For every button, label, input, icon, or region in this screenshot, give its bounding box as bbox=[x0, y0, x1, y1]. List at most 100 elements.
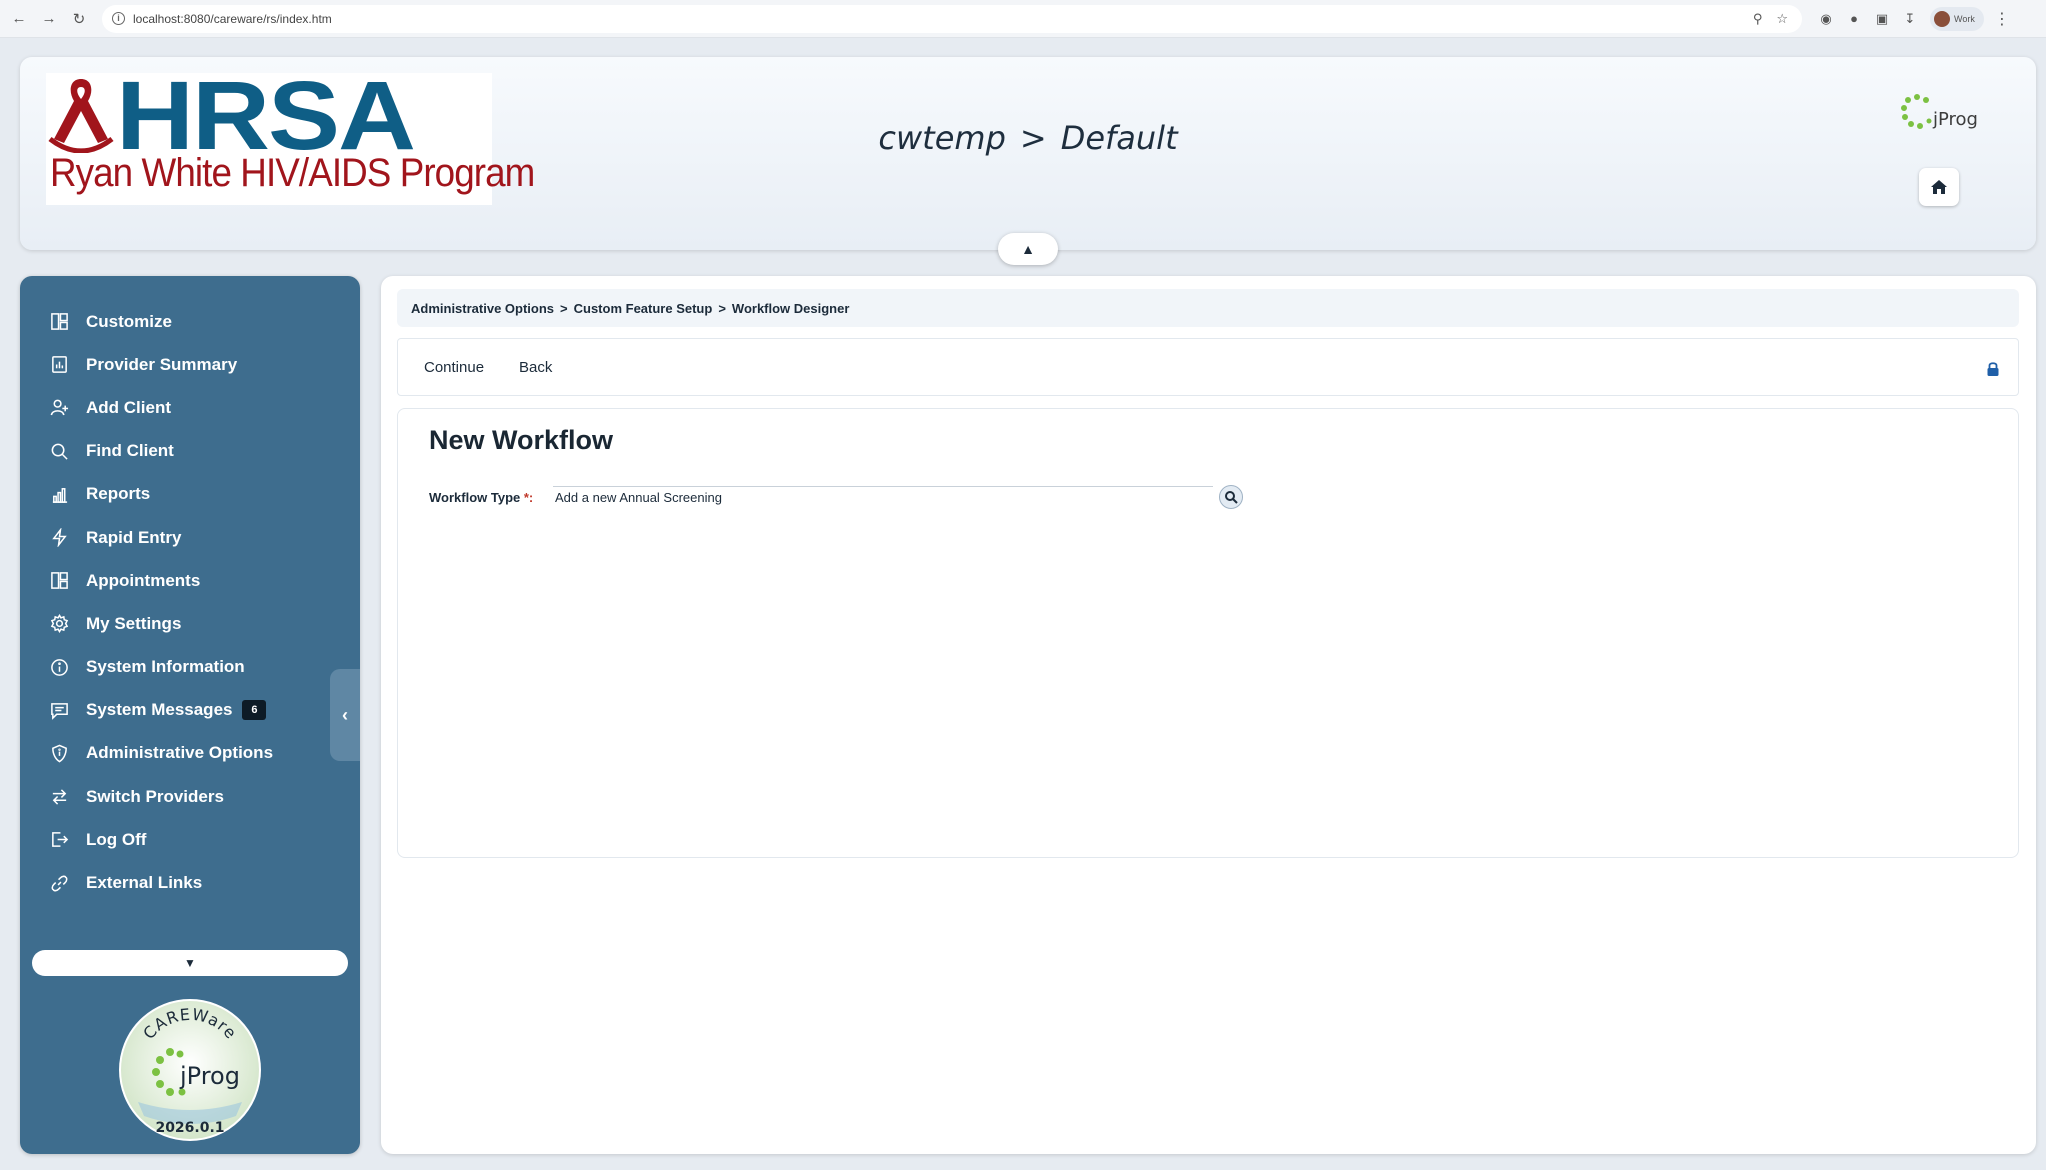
sidebar-item-switch-providers[interactable]: Switch Providers bbox=[48, 775, 348, 818]
workflow-type-lookup-button[interactable] bbox=[1219, 485, 1243, 509]
site-info-icon[interactable]: i bbox=[112, 12, 125, 25]
chevron-down-icon: ▼ bbox=[184, 956, 196, 970]
breadcrumb-item[interactable]: Administrative Options bbox=[411, 301, 554, 316]
layout-icon bbox=[48, 311, 70, 333]
breadcrumb-item[interactable]: Custom Feature Setup bbox=[574, 301, 713, 316]
chevron-up-icon: ▲ bbox=[1021, 241, 1035, 257]
profile-label: Work bbox=[1954, 13, 1975, 24]
main-content: Administrative Options > Custom Feature … bbox=[381, 276, 2036, 1154]
sidebar-item-label: Rapid Entry bbox=[86, 527, 182, 547]
puzzle-icon[interactable]: ▣ bbox=[1870, 11, 1894, 27]
lock-icon[interactable] bbox=[1986, 361, 2000, 377]
sidebar-item-label: External Links bbox=[86, 873, 203, 893]
back-button[interactable]: Back bbox=[519, 359, 552, 376]
program-name: Ryan White HIV/AIDS Program bbox=[50, 151, 535, 195]
sidebar-item-customize[interactable]: Customize bbox=[48, 300, 348, 343]
logout-icon bbox=[48, 829, 70, 851]
back-arrow-icon[interactable]: ← bbox=[6, 6, 32, 32]
required-marker: *: bbox=[523, 489, 534, 505]
sidebar-item-appointments[interactable]: Appointments bbox=[48, 559, 348, 602]
breadcrumb-item: Workflow Designer bbox=[731, 300, 850, 316]
gear-icon bbox=[48, 613, 70, 635]
zoom-icon[interactable]: ⚲ bbox=[1753, 11, 1763, 27]
info-icon bbox=[48, 656, 70, 678]
breadcrumb-separator: > bbox=[560, 300, 568, 316]
profile-button[interactable]: Work bbox=[1930, 6, 1984, 31]
chevron-left-icon: ‹ bbox=[342, 704, 348, 725]
bar-chart-icon bbox=[48, 483, 70, 505]
sidebar-menu: Customize Provider Summary Add Client Fi… bbox=[48, 300, 348, 905]
sidebar-item-label: Provider Summary bbox=[86, 354, 238, 374]
sidebar-item-label: My Settings bbox=[86, 613, 182, 633]
sidebar-item-rapid-entry[interactable]: Rapid Entry bbox=[48, 516, 348, 559]
switch-icon bbox=[48, 786, 70, 808]
forward-arrow-icon[interactable]: → bbox=[36, 6, 62, 32]
sidebar-item-label: Administrative Options bbox=[86, 743, 274, 763]
title-database: cwtemp bbox=[878, 119, 1006, 157]
workflow-form-panel: New Workflow Workflow Type *: bbox=[397, 408, 2019, 858]
workflow-type-label: Workflow Type *: bbox=[429, 489, 534, 505]
collapse-header-button[interactable]: ▲ bbox=[998, 233, 1058, 265]
sidebar: Customize Provider Summary Add Client Fi… bbox=[20, 276, 360, 1154]
breadcrumb-separator: > bbox=[718, 300, 726, 316]
sidebar-item-system-information[interactable]: System Information bbox=[48, 646, 348, 689]
sidebar-item-label: Appointments bbox=[86, 570, 201, 590]
sidebar-item-label: System Information bbox=[86, 657, 245, 677]
extension-icon[interactable]: ◉ bbox=[1814, 11, 1838, 27]
avatar bbox=[1934, 10, 1950, 27]
workflow-type-row: Workflow Type *: bbox=[429, 485, 1243, 509]
lookup-search-icon bbox=[1225, 491, 1238, 504]
address-bar[interactable]: i localhost:8080/careware/rs/index.htm ⚲… bbox=[102, 4, 1802, 33]
careware-version-badge: CAREWare jProg 2026.0.1 bbox=[119, 999, 261, 1141]
sidebar-item-label: Log Off bbox=[86, 829, 147, 849]
badge-version: 2026.0.1 bbox=[155, 1120, 224, 1136]
sidebar-scroll-down-button[interactable]: ▼ bbox=[32, 950, 348, 976]
message-icon bbox=[48, 699, 70, 721]
page-title: cwtemp > Default bbox=[20, 119, 2036, 157]
sidebar-item-administrative-options[interactable]: Administrative Options bbox=[48, 732, 348, 775]
link-icon bbox=[48, 872, 70, 894]
app-header: HRSA Ryan White HIV/AIDS Program cwtemp >… bbox=[20, 57, 2036, 250]
sidebar-item-my-settings[interactable]: My Settings bbox=[48, 602, 348, 645]
url-text: localhost:8080/careware/rs/index.htm bbox=[133, 11, 332, 26]
add-user-icon bbox=[48, 397, 70, 419]
layout-icon bbox=[48, 570, 70, 592]
browser-toolbar: ← → ↻ i localhost:8080/careware/rs/index… bbox=[0, 0, 2046, 38]
jprog-ring-icon bbox=[1901, 94, 1932, 129]
sidebar-item-external-links[interactable]: External Links bbox=[48, 861, 348, 904]
sidebar-item-provider-summary[interactable]: Provider Summary bbox=[48, 343, 348, 386]
shield-icon bbox=[48, 742, 70, 764]
sidebar-item-system-messages[interactable]: System Messages 6 bbox=[48, 689, 348, 732]
breadcrumb: Administrative Options > Custom Feature … bbox=[397, 289, 2019, 327]
jprog-logo: jProg bbox=[1900, 93, 1990, 137]
title-provider: Default bbox=[1060, 119, 1178, 157]
reload-icon[interactable]: ↻ bbox=[66, 6, 92, 32]
sidebar-item-log-off[interactable]: Log Off bbox=[48, 818, 348, 861]
sidebar-item-label: System Messages bbox=[86, 700, 233, 720]
sidebar-item-label: Find Client bbox=[86, 441, 174, 461]
sidebar-item-label: Customize bbox=[86, 311, 172, 331]
badge-center-text: jProg bbox=[179, 1062, 240, 1090]
media-icon[interactable]: ● bbox=[1842, 11, 1866, 26]
report-icon bbox=[48, 354, 70, 376]
workflow-type-input[interactable] bbox=[553, 486, 1213, 508]
home-button[interactable] bbox=[1919, 168, 1959, 206]
form-title: New Workflow bbox=[429, 425, 614, 455]
sidebar-item-label: Reports bbox=[86, 484, 151, 504]
action-toolbar: Continue Back bbox=[397, 338, 2019, 396]
lightning-icon bbox=[48, 527, 70, 549]
browser-menu-icon[interactable]: ⋮ bbox=[1994, 9, 2010, 29]
home-icon bbox=[1931, 180, 1947, 194]
sidebar-item-add-client[interactable]: Add Client bbox=[48, 386, 348, 429]
bookmark-star-icon[interactable]: ☆ bbox=[1776, 11, 1788, 27]
sidebar-item-label: Add Client bbox=[86, 397, 171, 417]
sidebar-item-find-client[interactable]: Find Client bbox=[48, 430, 348, 473]
continue-button[interactable]: Continue bbox=[424, 359, 484, 376]
download-icon[interactable]: ↧ bbox=[1898, 11, 1922, 27]
jprog-label: jProg bbox=[1933, 109, 1978, 130]
sidebar-item-reports[interactable]: Reports bbox=[48, 473, 348, 516]
collapse-sidebar-button[interactable]: ‹ bbox=[330, 669, 360, 761]
title-separator: > bbox=[1019, 119, 1047, 157]
search-icon bbox=[48, 440, 70, 462]
message-count-badge: 6 bbox=[242, 700, 267, 721]
